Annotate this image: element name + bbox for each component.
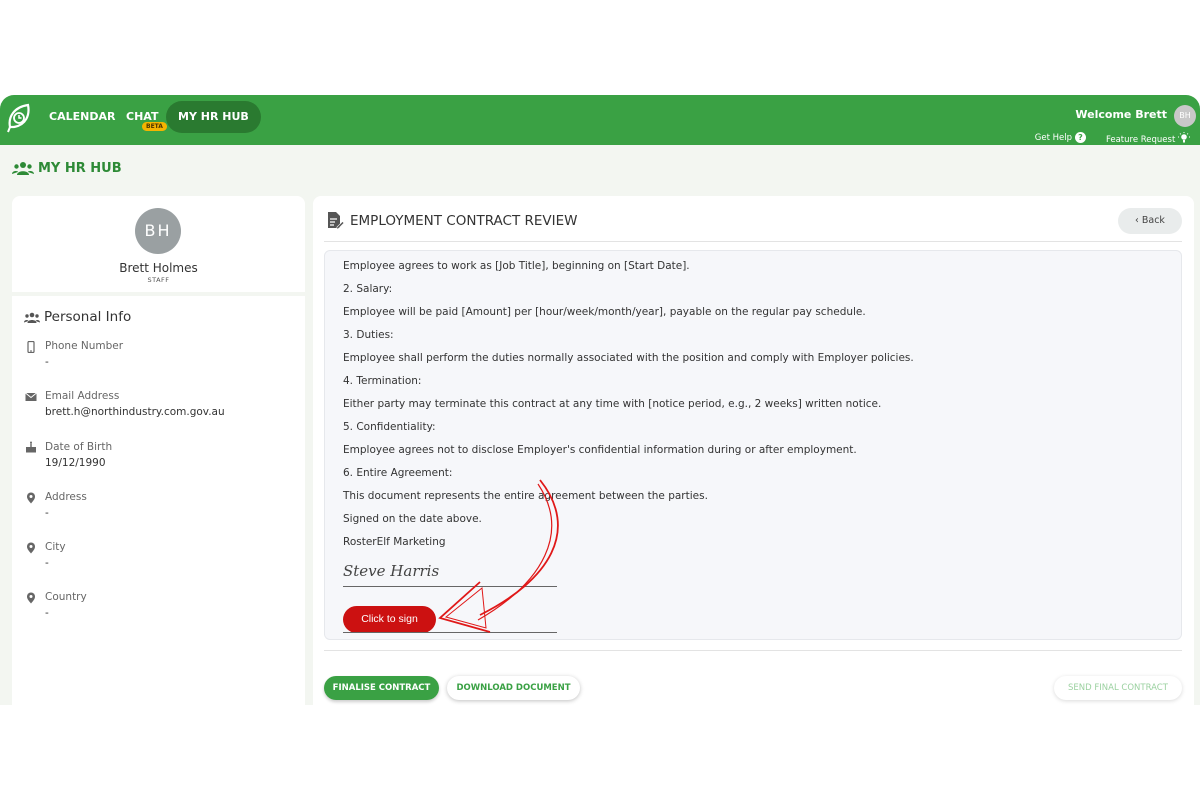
- contract-line: Signed on the date above.: [343, 513, 482, 525]
- phone-label: Phone Number: [45, 340, 124, 352]
- employer-signature: Steve Harris: [343, 562, 440, 580]
- cake-icon: [26, 441, 36, 453]
- finalise-contract-button[interactable]: FINALISE CONTRACT: [324, 676, 439, 700]
- dob-label: Date of Birth: [45, 441, 113, 453]
- welcome-text: Welcome Brett: [1075, 108, 1167, 121]
- email-icon: [25, 392, 37, 401]
- location-pin-icon: [27, 492, 35, 504]
- get-help-label: Get Help: [1034, 133, 1072, 143]
- feature-request-label: Feature Request: [1105, 135, 1176, 145]
- app-window: CALENDAR CHAT BETA MY HR HUB Welcome Bre…: [0, 95, 1200, 705]
- page-title: MY HR HUB: [12, 161, 122, 176]
- contract-line: 4. Termination:: [343, 375, 422, 387]
- contract-line: RosterElf Marketing: [343, 536, 446, 548]
- profile-name: Brett Holmes: [119, 261, 198, 275]
- footer-divider: [324, 650, 1182, 651]
- contract-line: 2. Salary:: [343, 283, 393, 295]
- address-label: Address: [45, 491, 87, 503]
- nav-calendar[interactable]: CALENDAR: [49, 95, 115, 145]
- city-value: -: [45, 557, 49, 569]
- location-pin-icon: [27, 592, 35, 604]
- top-bar: CALENDAR CHAT BETA MY HR HUB Welcome Bre…: [0, 95, 1200, 145]
- phone-value: -: [45, 356, 49, 368]
- contract-line: Employee will be paid [Amount] per [hour…: [343, 306, 866, 318]
- app-logo-icon[interactable]: [6, 103, 32, 133]
- profile-card: BH Brett Holmes STAFF: [12, 196, 305, 296]
- location-pin-icon: [27, 542, 35, 554]
- chevron-left-icon: ‹: [1135, 215, 1139, 226]
- country-label: Country: [45, 591, 87, 603]
- profile-role: STAFF: [147, 276, 170, 284]
- dob-value: 19/12/1990: [45, 457, 106, 469]
- feature-request-link[interactable]: Feature Request: [1106, 132, 1190, 145]
- city-label: City: [45, 541, 66, 553]
- nav-chat[interactable]: CHAT: [126, 95, 158, 145]
- nav-my-hr-hub[interactable]: MY HR HUB: [166, 101, 261, 133]
- document-edit-icon: [328, 212, 344, 230]
- get-help-link[interactable]: Get Help?: [1035, 132, 1086, 143]
- contract-line: Employee shall perform the duties normal…: [343, 352, 914, 364]
- click-to-sign-button[interactable]: Click to sign: [343, 606, 436, 633]
- user-avatar[interactable]: BH: [1174, 105, 1196, 127]
- contract-title: EMPLOYMENT CONTRACT REVIEW: [350, 213, 578, 229]
- profile-panel: BH Brett Holmes STAFF Personal Info Phon…: [12, 196, 305, 705]
- personal-info-heading: Personal Info: [24, 309, 131, 325]
- back-label: Back: [1141, 215, 1165, 226]
- address-value: -: [45, 507, 49, 519]
- contract-line: This document represents the entire agre…: [343, 490, 708, 502]
- phone-icon: [27, 341, 35, 353]
- contract-line: 6. Entire Agreement:: [343, 467, 453, 479]
- country-value: -: [45, 607, 49, 619]
- profile-avatar: BH: [135, 208, 181, 254]
- contract-line: 5. Confidentiality:: [343, 421, 436, 433]
- email-label: Email Address: [45, 390, 120, 402]
- page-title-text: MY HR HUB: [38, 161, 122, 176]
- team-icon: [12, 162, 34, 175]
- send-final-contract-button[interactable]: SEND FINAL CONTRACT: [1054, 676, 1182, 700]
- personal-info-title: Personal Info: [44, 309, 132, 325]
- contract-line: Employee agrees not to disclose Employer…: [343, 444, 857, 456]
- contract-line: 3. Duties:: [343, 329, 394, 341]
- signature-line: [343, 632, 557, 633]
- contract-line: Employee agrees to work as [Job Title], …: [343, 260, 690, 272]
- download-document-button[interactable]: DOWNLOAD DOCUMENT: [447, 676, 580, 700]
- header-divider: [324, 241, 1182, 242]
- contract-panel: EMPLOYMENT CONTRACT REVIEW ‹ Back Employ…: [313, 196, 1194, 705]
- beta-badge: BETA: [142, 122, 167, 131]
- people-icon: [24, 312, 40, 323]
- signature-line: [343, 586, 557, 587]
- lightbulb-icon: [1178, 132, 1190, 143]
- email-value: brett.h@northindustry.com.gov.au: [45, 406, 225, 418]
- back-button[interactable]: ‹ Back: [1118, 208, 1182, 234]
- help-icon: ?: [1075, 132, 1086, 143]
- contract-line: Either party may terminate this contract…: [343, 398, 882, 410]
- contract-document[interactable]: Employee agrees to work as [Job Title], …: [324, 250, 1182, 640]
